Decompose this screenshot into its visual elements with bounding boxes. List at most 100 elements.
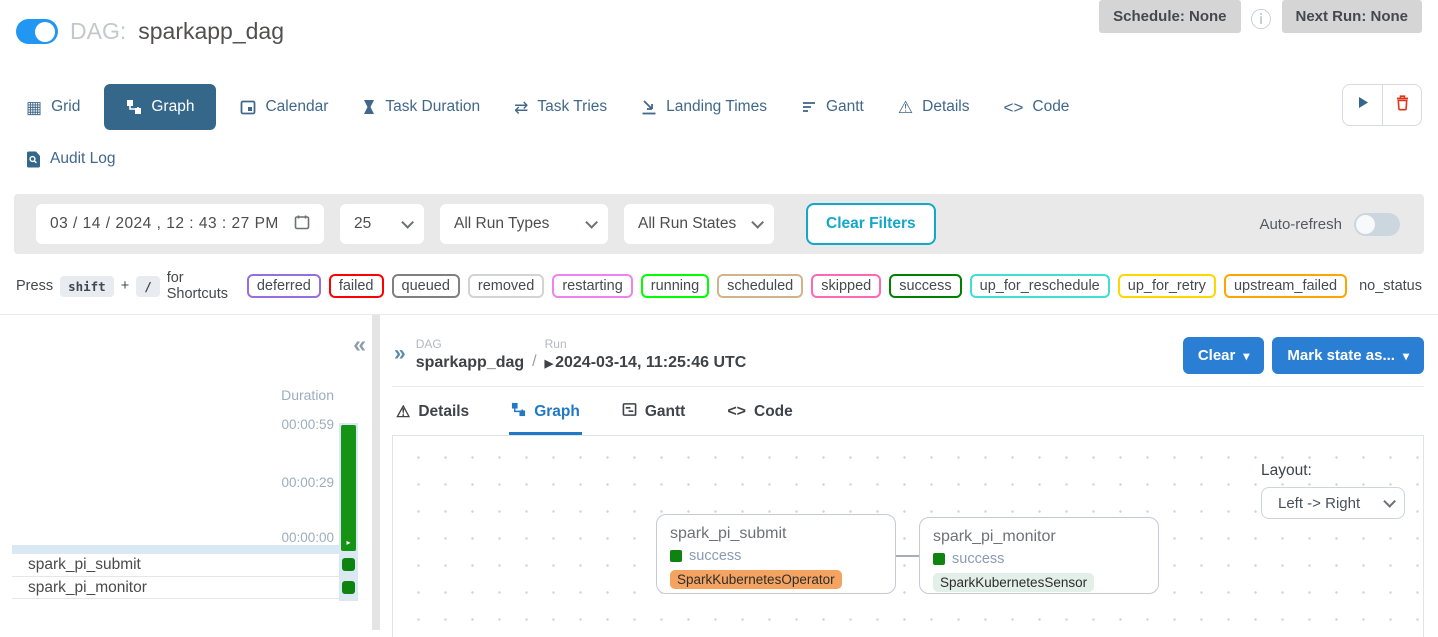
legend-up-for-retry[interactable]: up_for_retry bbox=[1118, 274, 1216, 298]
mark-state-button[interactable]: Mark state as... ▾ bbox=[1272, 337, 1424, 374]
run-tab-gantt[interactable]: Gantt bbox=[620, 389, 687, 435]
info-icon[interactable]: ⓘ bbox=[1251, 4, 1272, 34]
task-list: spark_pi_submit spark_pi_monitor bbox=[12, 553, 358, 599]
run-states-select[interactable]: All Run States bbox=[624, 204, 774, 244]
tab-label: Details bbox=[922, 98, 969, 116]
clear-run-button[interactable]: Clear ▾ bbox=[1183, 337, 1265, 374]
clear-filters-button[interactable]: Clear Filters bbox=[806, 203, 936, 245]
tab-label: Task Tries bbox=[537, 98, 607, 116]
collapse-sidebar-icon[interactable]: « bbox=[353, 333, 366, 356]
tab-landing-times[interactable]: Landing Times bbox=[631, 84, 777, 130]
code-icon: <> bbox=[1004, 99, 1024, 116]
legend-deferred[interactable]: deferred bbox=[247, 274, 321, 298]
repeat-icon: ⇄ bbox=[514, 99, 528, 116]
plane-landing-icon bbox=[641, 99, 657, 115]
auto-refresh-toggle[interactable] bbox=[1354, 213, 1400, 236]
run-tab-graph[interactable]: Graph bbox=[509, 389, 582, 435]
run-duration-bar[interactable]: ▸ bbox=[341, 425, 356, 551]
duration-tick: 00:00:59 bbox=[281, 417, 334, 432]
breadcrumb: DAG sparkapp_dag / Run ▶2024-03-14, 11:2… bbox=[416, 337, 747, 372]
tab-details[interactable]: ⚠ Details bbox=[888, 84, 980, 130]
legend-scheduled[interactable]: scheduled bbox=[717, 274, 803, 298]
tab-graph[interactable]: Graph bbox=[104, 84, 216, 130]
legend-skipped[interactable]: skipped bbox=[811, 274, 881, 298]
breadcrumb-dag-name[interactable]: sparkapp_dag bbox=[416, 354, 524, 372]
tab-label: Task Duration bbox=[385, 98, 480, 116]
task-instance-square-submit[interactable] bbox=[342, 558, 355, 571]
hourglass-icon bbox=[362, 99, 376, 115]
trigger-dag-button[interactable] bbox=[1343, 85, 1382, 125]
code-icon: <> bbox=[727, 403, 746, 421]
warning-icon: ⚠ bbox=[396, 402, 410, 422]
button-label: Clear bbox=[1198, 347, 1236, 364]
schedule-badge: Schedule: None bbox=[1099, 0, 1240, 33]
run-detail-tabs: ⚠ Details Graph Gantt <> Code bbox=[392, 389, 1424, 435]
graph-canvas[interactable]: Layout: Left -> Right spark_pi_submit su… bbox=[392, 435, 1424, 637]
legend-no-status: no_status bbox=[1359, 278, 1422, 294]
panel-resize-handle[interactable] bbox=[372, 315, 380, 630]
chevron-down-icon bbox=[585, 216, 598, 229]
task-row-spark-pi-submit[interactable]: spark_pi_submit bbox=[12, 553, 358, 576]
tab-grid[interactable]: ▦ Grid bbox=[16, 84, 90, 130]
operator-badge: SparkKubernetesSensor bbox=[933, 573, 1094, 592]
breadcrumb-divider bbox=[392, 386, 1424, 387]
run-tab-details[interactable]: ⚠ Details bbox=[394, 389, 471, 435]
legend-restarting[interactable]: restarting bbox=[552, 274, 632, 298]
node-status-label: success bbox=[952, 551, 1004, 567]
task-row-spark-pi-monitor[interactable]: spark_pi_monitor bbox=[12, 576, 358, 599]
dag-pause-toggle[interactable] bbox=[16, 19, 58, 44]
tab-gantt[interactable]: Gantt bbox=[791, 84, 874, 130]
page-size-select[interactable]: 25 bbox=[340, 204, 424, 244]
chevron-down-icon bbox=[1383, 495, 1396, 508]
expand-panel-icon[interactable]: » bbox=[394, 343, 406, 364]
grid-icon: ▦ bbox=[26, 99, 42, 116]
tab-task-tries[interactable]: ⇄ Task Tries bbox=[504, 84, 617, 130]
legend-success[interactable]: success bbox=[889, 274, 961, 298]
run-detail-panel: » DAG sparkapp_dag / Run ▶2024-03-14, 11… bbox=[380, 315, 1438, 630]
page-header: DAG: sparkapp_dag Schedule: None ⓘ Next … bbox=[0, 0, 1438, 70]
calendar-icon bbox=[240, 99, 256, 115]
slash-key: / bbox=[136, 276, 160, 297]
tab-calendar[interactable]: Calendar bbox=[230, 84, 338, 130]
tab-code[interactable]: <> Code bbox=[994, 84, 1080, 130]
caret-down-icon: ▾ bbox=[1403, 349, 1409, 363]
tab-label: Gantt bbox=[826, 98, 864, 116]
audit-log-icon bbox=[26, 151, 41, 168]
calendar-picker-icon bbox=[294, 214, 310, 235]
legend-removed[interactable]: removed bbox=[468, 274, 544, 298]
layout-direction-value: Left -> Right bbox=[1278, 495, 1360, 512]
graph-node-spark-pi-monitor[interactable]: spark_pi_monitor success SparkKubernetes… bbox=[919, 517, 1159, 594]
task-instance-square-monitor[interactable] bbox=[342, 581, 355, 594]
duration-tick: 00:00:00 bbox=[281, 530, 334, 545]
legend-queued[interactable]: queued bbox=[392, 274, 460, 298]
trash-icon bbox=[1395, 94, 1410, 116]
selected-run-marker-icon: ▸ bbox=[341, 539, 356, 547]
graph-icon bbox=[511, 402, 526, 422]
grid-sidebar: « Duration 00:00:59 00:00:29 00:00:00 ▸ … bbox=[0, 315, 372, 630]
run-tab-code[interactable]: <> Code bbox=[725, 389, 794, 435]
legend-upstream-failed[interactable]: upstream_failed bbox=[1224, 274, 1347, 298]
tab-label: Grid bbox=[51, 98, 80, 116]
base-date-value: 03 / 14 / 2024 , 12 : 43 : 27 PM bbox=[50, 215, 279, 233]
legend-running[interactable]: running bbox=[641, 274, 709, 298]
run-marker-icon: ▶ bbox=[545, 358, 553, 370]
graph-node-spark-pi-submit[interactable]: spark_pi_submit success SparkKubernetesO… bbox=[656, 514, 896, 594]
gantt-chart-icon bbox=[622, 402, 637, 422]
base-date-input[interactable]: 03 / 14 / 2024 , 12 : 43 : 27 PM bbox=[36, 204, 324, 244]
legend-failed[interactable]: failed bbox=[329, 274, 384, 298]
layout-direction-select[interactable]: Left -> Right bbox=[1261, 487, 1405, 519]
warning-icon: ⚠ bbox=[898, 99, 913, 116]
delete-dag-button[interactable] bbox=[1382, 85, 1421, 125]
node-title: spark_pi_monitor bbox=[933, 528, 1145, 546]
run-types-select[interactable]: All Run Types bbox=[440, 204, 608, 244]
legend-up-for-reschedule[interactable]: up_for_reschedule bbox=[970, 274, 1110, 298]
node-title: spark_pi_submit bbox=[670, 525, 882, 543]
tab-audit-log[interactable]: Audit Log bbox=[16, 136, 126, 182]
breadcrumb-run-value[interactable]: 2024-03-14, 11:25:46 UTC bbox=[555, 354, 746, 371]
gantt-icon bbox=[801, 99, 817, 115]
tab-task-duration[interactable]: Task Duration bbox=[352, 84, 490, 130]
chevron-down-icon bbox=[401, 216, 414, 229]
tab-label: Graph bbox=[151, 98, 194, 116]
selected-run-band bbox=[12, 545, 339, 553]
play-icon bbox=[1356, 95, 1370, 115]
